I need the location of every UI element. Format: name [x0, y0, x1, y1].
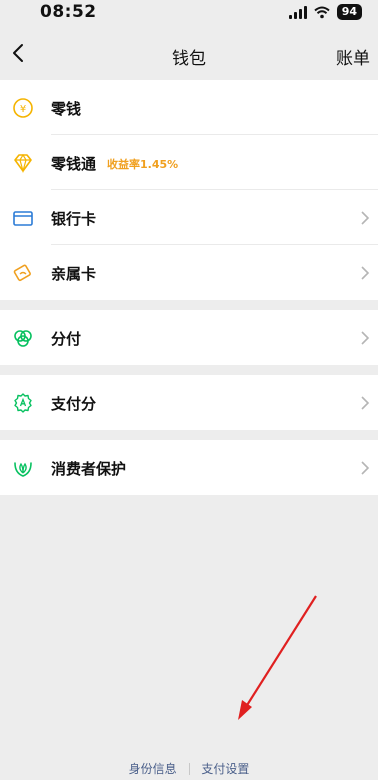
list-item-label: 亲属卡: [51, 265, 97, 283]
chevron-right-icon: [361, 461, 370, 475]
bill-link[interactable]: 账单: [336, 44, 370, 69]
status-bar: 08:52 94: [0, 0, 378, 28]
footer-links: 身份信息 支付设置: [0, 760, 378, 777]
signal-icon: [288, 5, 307, 19]
list-item-bank-card[interactable]: 银行卡: [0, 190, 378, 245]
wallet-group: ¥ 零钱 零钱通 收益率1.45% 银行卡 亲属卡: [0, 80, 378, 300]
list-item-label: 零钱通: [51, 155, 97, 173]
footer-divider: [188, 763, 190, 775]
chevron-right-icon: [361, 331, 370, 345]
list-item-pay-score[interactable]: 支付分: [0, 375, 378, 430]
list-item-label: 消费者保护: [51, 460, 127, 478]
battery-indicator: 94: [336, 4, 362, 20]
list-item-consumer-protection[interactable]: 消费者保护: [0, 440, 378, 495]
list-item-family-card[interactable]: 亲属卡: [0, 245, 378, 300]
page-title: 钱包: [172, 49, 206, 69]
list-item-lingqiantong[interactable]: 零钱通 收益率1.45%: [0, 135, 378, 190]
family-card-icon: [13, 264, 31, 282]
list-item-label: 银行卡: [51, 210, 97, 228]
identity-info-link[interactable]: 身份信息: [129, 762, 177, 776]
yen-coin-icon: ¥: [13, 98, 33, 118]
pay-score-icon: [14, 393, 32, 413]
payment-settings-link[interactable]: 支付设置: [201, 762, 249, 776]
list-item-fenfu[interactable]: 分付: [0, 310, 378, 365]
fenfu-group: 分付: [0, 310, 378, 365]
svg-text:¥: ¥: [20, 104, 26, 115]
list-item-change[interactable]: ¥ 零钱: [0, 80, 378, 135]
consumer-protection-icon: [14, 462, 32, 477]
diamond-icon: [14, 153, 32, 174]
chevron-right-icon: [361, 266, 370, 280]
fenfu-icon: [14, 330, 32, 347]
bank-card-icon: [13, 211, 33, 226]
list-item-label: 零钱: [51, 100, 82, 118]
wifi-icon: [314, 6, 330, 18]
consumer-protection-group: 消费者保护: [0, 440, 378, 495]
pay-score-group: 支付分: [0, 375, 378, 430]
status-indicators: 94: [288, 4, 362, 20]
chevron-right-icon: [361, 396, 370, 410]
chevron-right-icon: [361, 211, 370, 225]
yield-rate-badge: 收益率1.45%: [107, 158, 179, 171]
nav-bar: 钱包 账单: [0, 28, 378, 80]
status-time: 08:52: [40, 2, 97, 22]
list-item-label: 分付: [51, 330, 82, 348]
list-item-label: 支付分: [51, 395, 97, 413]
